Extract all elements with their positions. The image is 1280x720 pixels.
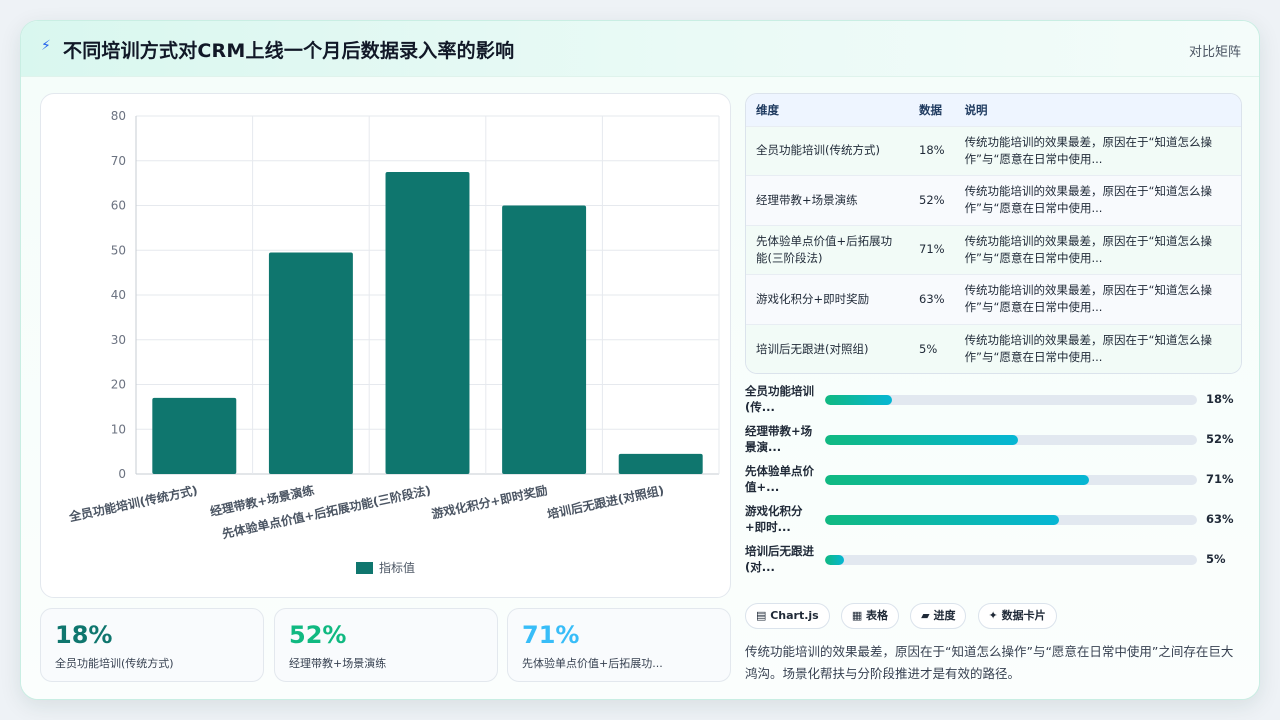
legend-label: 指标值 (379, 560, 415, 575)
progress-track (825, 515, 1197, 525)
cell-data: 5% (919, 341, 938, 356)
progress-label: 全员功能培训(传... (745, 384, 814, 414)
stat-card-2: 52% 经理带教+场景演练 (274, 608, 498, 682)
table-row: 先体验单点价值+后拓展功能(三阶段法) 71% 传统功能培训的效果最差，原因在于… (746, 225, 1241, 275)
cell-dimension: 全员功能培训(传统方式) (756, 143, 880, 158)
tag-chartjs[interactable]: ▤ Chart.js (745, 603, 830, 629)
header-data: 数据 (919, 102, 942, 117)
progress-value: 71% (1206, 472, 1234, 486)
progress-list: 全员功能培训(传... 18% 经理带教+场景演... 52% 先体验单点价值+… (745, 380, 1242, 580)
progress-row: 全员功能培训(传... 18% (745, 383, 1242, 417)
tag-data-card[interactable]: ✦ 数据卡片 (977, 603, 1057, 629)
progress-track (825, 435, 1197, 445)
stat-value: 71% (522, 621, 580, 649)
header-dimension: 维度 (756, 102, 779, 117)
progress-fill (825, 555, 844, 565)
progress-track (825, 395, 1197, 405)
bar (618, 453, 703, 474)
y-tick-label: 50 (111, 243, 126, 257)
progress-row: 经理带教+场景演... 52% (745, 423, 1242, 457)
progress-fill (825, 435, 1019, 445)
cell-dimension: 先体验单点价值+后拓展功能(三阶段法) (756, 233, 893, 265)
table-row: 经理带教+场景演练 52% 传统功能培训的效果最差，原因在于“知道怎么操作”与“… (746, 175, 1241, 225)
cell-description: 传统功能培训的效果最差，原因在于“知道怎么操作”与“愿意在日常中使用... (964, 283, 1213, 315)
legend-swatch (356, 562, 373, 574)
x-tick-label: 全员功能培训(传统方式) (67, 482, 199, 524)
stat-label: 全员功能培训(传统方式) (55, 657, 174, 670)
stat-label: 先体验单点价值+后拓展功... (522, 657, 663, 670)
bar (268, 252, 353, 474)
progress-fill (825, 475, 1090, 485)
progress-fill (825, 395, 892, 405)
cell-description: 传统功能培训的效果最差，原因在于“知道怎么操作”与“愿意在日常中使用... (964, 134, 1213, 166)
tag-list: ▤ Chart.js ▦ 表格 ▰ 进度 ✦ 数据卡片 (745, 603, 1063, 631)
bar (152, 397, 237, 474)
table-row: 全员功能培训(传统方式) 18% 传统功能培训的效果最差，原因在于“知道怎么操作… (746, 126, 1241, 176)
table-row: 培训后无跟进(对照组) 5% 传统功能培训的效果最差，原因在于“知道怎么操作”与… (746, 324, 1241, 373)
tag-table[interactable]: ▦ 表格 (840, 603, 900, 629)
progress-value: 5% (1206, 552, 1226, 566)
bar-chart-panel: 0 10 20 30 40 50 60 70 80 全员功能培训(传统方式) 经理带教+场景演练 先体… (40, 93, 731, 598)
view-mode-label: 对比矩阵 (1188, 45, 1241, 60)
x-tick-label: 游戏化积分+即时奖励 (430, 482, 549, 521)
progress-value: 18% (1206, 392, 1234, 406)
stat-card-3: 71% 先体验单点价值+后拓展功... (507, 608, 731, 682)
progress-row: 游戏化积分+即时... 63% (745, 503, 1242, 537)
y-tick-label: 20 (111, 378, 126, 392)
y-tick-label: 80 (111, 109, 126, 123)
progress-value: 63% (1206, 512, 1234, 526)
cell-dimension: 经理带教+场景演练 (756, 192, 858, 207)
table-header-row: 维度 数据 说明 (746, 94, 1241, 126)
table-row: 游戏化积分+即时奖励 63% 传统功能培训的效果最差，原因在于“知道怎么操作”与… (746, 274, 1241, 324)
cell-description: 传统功能培训的效果最差，原因在于“知道怎么操作”与“愿意在日常中使用... (964, 233, 1213, 265)
progress-row: 先体验单点价值+... 71% (745, 463, 1242, 497)
stat-value: 52% (289, 621, 347, 649)
cell-data: 63% (919, 291, 945, 306)
cell-dimension: 游戏化积分+即时奖励 (756, 291, 870, 306)
cell-dimension: 培训后无跟进(对照组) (756, 341, 869, 356)
progress-value: 52% (1206, 432, 1234, 446)
y-tick-label: 10 (111, 422, 126, 436)
progress-track (825, 475, 1197, 485)
progress-track (825, 555, 1197, 565)
comparison-table: 维度 数据 说明 全员功能培训(传统方式) 18% 传统功能培训的效果最差，原因… (745, 93, 1242, 374)
main-card: ⚡ 不同培训方式对CRM上线一个月后数据录入率的影响 对比矩阵 0 10 20 30 4… (20, 20, 1260, 700)
progress-label: 先体验单点价值+... (745, 464, 814, 494)
page-title: 不同培训方式对CRM上线一个月后数据录入率的影响 (63, 40, 515, 62)
progress-row: 培训后无跟进(对... 5% (745, 543, 1242, 577)
y-tick-label: 30 (111, 333, 126, 347)
bar (502, 205, 587, 474)
progress-label: 培训后无跟进(对... (745, 544, 814, 574)
bar-chart: 01020304050607080全员功能培训(传统方式) 经理带教+场景演练先体… (67, 109, 720, 575)
x-tick-label: 先体验单点价值+后拓展功能(三阶段法) (221, 482, 432, 541)
bar (385, 171, 470, 474)
progress-label: 经理带教+场景演... (745, 424, 813, 454)
cell-data: 18% (919, 143, 945, 158)
y-tick-label: 70 (111, 154, 126, 168)
y-tick-label: 0 (118, 467, 126, 481)
y-tick-label: 40 (111, 288, 126, 302)
header-bar: ⚡ 不同培训方式对CRM上线一个月后数据录入率的影响 对比矩阵 (21, 21, 1259, 77)
cell-data: 71% (919, 242, 945, 257)
stat-label: 经理带教+场景演练 (289, 657, 387, 670)
y-tick-label: 60 (111, 199, 126, 213)
cell-description: 传统功能培训的效果最差，原因在于“知道怎么操作”与“愿意在日常中使用... (964, 333, 1213, 364)
stat-value: 18% (55, 621, 113, 649)
header-description: 说明 (964, 102, 988, 117)
cell-data: 52% (919, 192, 945, 207)
bolt-icon: ⚡ (41, 38, 51, 54)
cell-description: 传统功能培训的效果最差，原因在于“知道怎么操作”与“愿意在日常中使用... (964, 184, 1213, 216)
summary-text: 传统功能培训的效果最差，原因在于“知道怎么操作”与“愿意在日常中使用”之间存在巨… (745, 644, 1234, 681)
progress-label: 游戏化积分+即时... (745, 504, 803, 534)
stat-card-1: 18% 全员功能培训(传统方式) (40, 608, 264, 682)
x-tick-label: 培训后无跟进(对照组) (546, 482, 666, 521)
progress-fill (825, 515, 1060, 525)
tag-progress[interactable]: ▰ 进度 (910, 603, 967, 629)
